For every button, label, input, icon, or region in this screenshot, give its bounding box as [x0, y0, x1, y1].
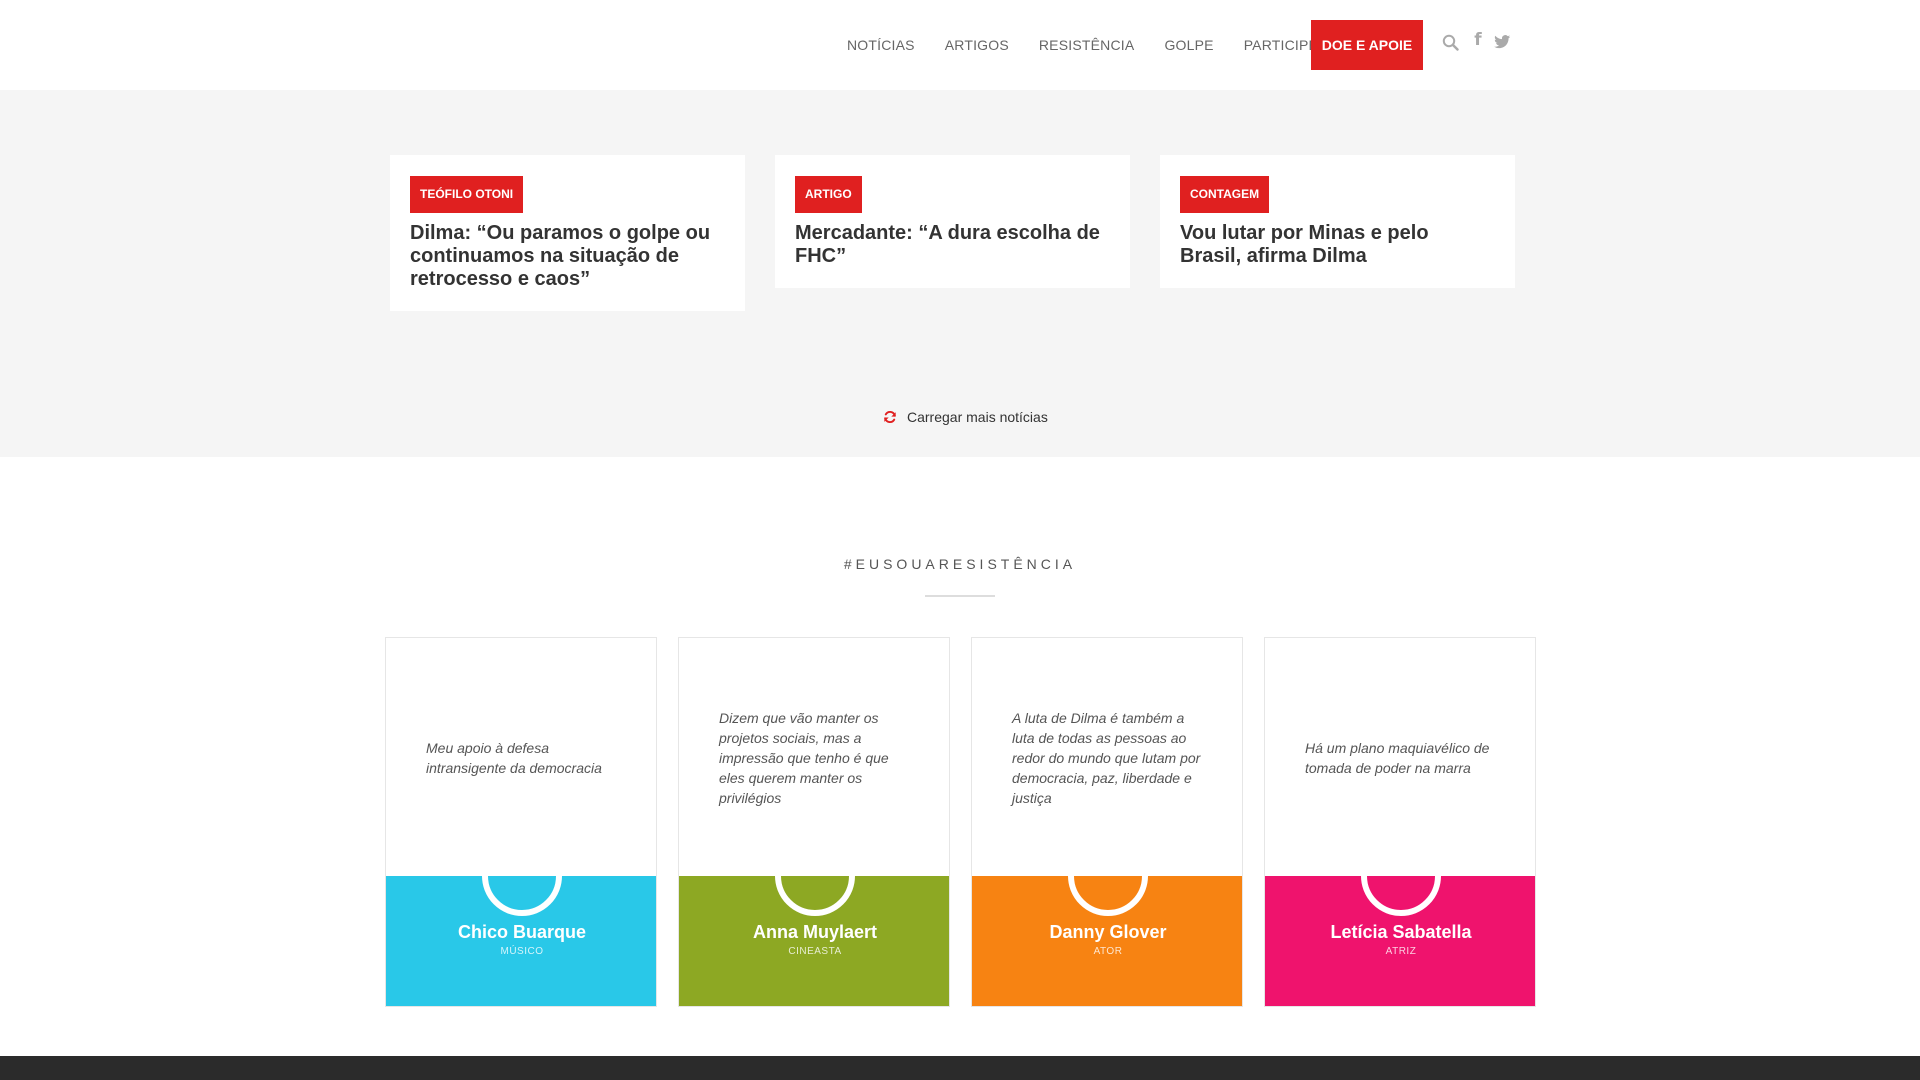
testimonial-footer: Anna Muylaert CINEASTA	[679, 836, 949, 1006]
nav-item-noticias[interactable]: NOTÍCIAS	[847, 37, 915, 53]
refresh-icon	[884, 410, 896, 424]
news-card[interactable]: ARTIGO Mercadante: “A dura escolha de FH…	[775, 155, 1130, 288]
person-name: Danny Glover	[1049, 922, 1167, 942]
site-header: NOTÍCIAS ARTIGOS RESISTÊNCIA GOLPE PARTI…	[0, 0, 1920, 90]
testimonial-card[interactable]: A luta de Dilma é também a luta de todas…	[971, 637, 1243, 1007]
nav-item-artigos[interactable]: ARTIGOS	[945, 37, 1009, 53]
nav-item-participe[interactable]: PARTICIPE	[1244, 37, 1318, 53]
news-tag[interactable]: TEÓFILO OTONI	[410, 176, 524, 213]
news-title[interactable]: Dilma: “Ou paramos o golpe ou continuamo…	[410, 222, 725, 291]
person-name: Letícia Sabatella	[1330, 922, 1472, 942]
site-footer	[0, 1056, 1920, 1080]
load-more-label: Carregar mais notícias	[907, 409, 1048, 425]
donate-button[interactable]: DOE E APOIE	[1311, 20, 1423, 70]
testimonial-card[interactable]: Meu apoio à defesa intransigente da demo…	[385, 637, 657, 1007]
testimonial-footer: Chico Buarque MÚSICO	[386, 836, 656, 1006]
person-name: Anna Muylaert	[752, 922, 878, 942]
person-role: MÚSICO	[500, 946, 544, 957]
twitter-icon[interactable]	[1492, 32, 1512, 52]
news-tag[interactable]: ARTIGO	[795, 176, 862, 213]
nav-item-resistencia[interactable]: RESISTÊNCIA	[1039, 37, 1135, 53]
person-role: CINEASTA	[788, 946, 842, 957]
news-section: TEÓFILO OTONI Dilma: “Ou paramos o golpe…	[0, 90, 1920, 457]
testimonial-footer: Danny Glover ATOR	[972, 836, 1242, 1006]
news-card[interactable]: TEÓFILO OTONI Dilma: “Ou paramos o golpe…	[390, 155, 745, 311]
facebook-icon[interactable]: f	[1468, 30, 1488, 50]
section-divider	[925, 595, 995, 597]
section-title: #EUSOUARESISTÊNCIA	[843, 556, 1077, 572]
testimonial-card[interactable]: Há um plano maquiavélico de tomada de po…	[1264, 637, 1536, 1007]
news-title[interactable]: Mercadante: “A dura escolha de FHC”	[795, 222, 1110, 268]
news-title[interactable]: Vou lutar por Minas e pelo Brasil, afirm…	[1180, 222, 1495, 268]
avatar	[1361, 836, 1441, 916]
load-more-button[interactable]: Carregar mais notícias	[883, 407, 1048, 427]
news-card[interactable]: CONTAGEM Vou lutar por Minas e pelo Bras…	[1160, 155, 1515, 288]
main-nav: NOTÍCIAS ARTIGOS RESISTÊNCIA GOLPE PARTI…	[847, 20, 1348, 70]
news-tag[interactable]: CONTAGEM	[1180, 176, 1270, 213]
person-name: Chico Buarque	[457, 922, 586, 942]
avatar	[775, 836, 855, 916]
testimonial-card[interactable]: Dizem que vão manter os projetos sociais…	[678, 637, 950, 1007]
person-role: ATRIZ	[1385, 946, 1417, 957]
avatar	[482, 836, 562, 916]
avatar	[1068, 836, 1148, 916]
search-icon[interactable]	[1440, 32, 1460, 52]
person-role: ATOR	[1093, 946, 1123, 957]
testimonial-footer: Letícia Sabatella ATRIZ	[1265, 836, 1535, 1006]
nav-item-golpe[interactable]: GOLPE	[1164, 37, 1213, 53]
